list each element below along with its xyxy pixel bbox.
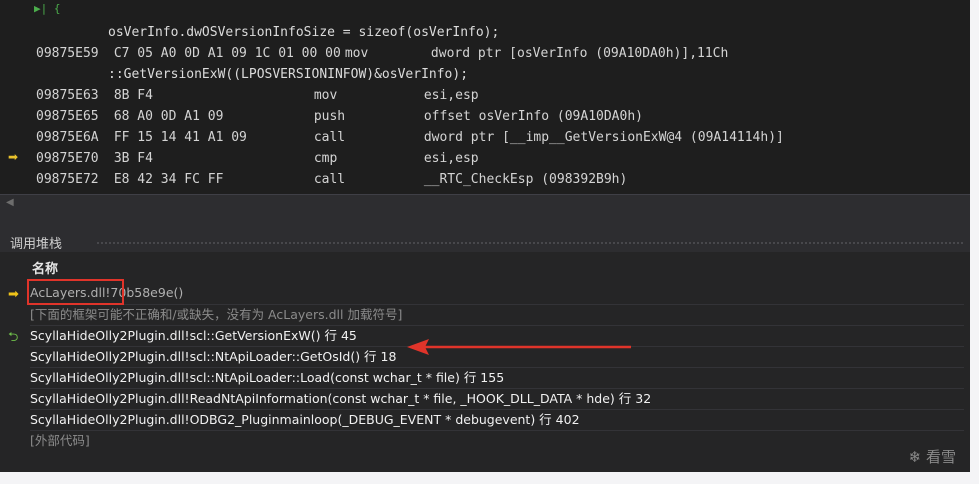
- yellow-arrow-icon: ➡: [8, 287, 19, 302]
- asm-line[interactable]: 09875E72 E8 42 34 FC FF call __RTC_CheckEs…: [36, 169, 627, 190]
- annotation-highlight-box: [27, 279, 124, 305]
- visual-studio-debugger: ▶| { osVerInfo.dwOSVersionInfoSize = siz…: [0, 0, 970, 472]
- source-line: osVerInfo.dwOSVersionInfoSize = sizeof(o…: [108, 25, 500, 40]
- panel-title: 调用堆栈: [10, 237, 63, 252]
- call-stack-row[interactable]: [外部代码]: [30, 430, 964, 451]
- call-stack-row[interactable]: ScyllaHideOlly2Plugin.dll!ReadNtApiInfor…: [30, 388, 964, 409]
- source-line: ::GetVersionExW((LPOSVERSIONINFOW)&osVer…: [108, 67, 469, 82]
- asm-line-current[interactable]: 09875E70 3B F4 cmp esi,esp: [36, 148, 479, 169]
- title-grip: [96, 241, 964, 245]
- call-stack-row[interactable]: [下面的框架可能不正确和/或缺失，没有为 AcLayers.dll 加载符号]: [30, 304, 964, 325]
- asm-line[interactable]: 09875E65 68 A0 0D A1 09 push offset osVerI…: [36, 106, 643, 127]
- horizontal-scrollbar[interactable]: ◀: [0, 194, 970, 213]
- call-stack-title-bar[interactable]: 调用堆栈: [0, 230, 970, 252]
- column-header-name[interactable]: 名称: [32, 258, 58, 277]
- green-return-icon: ⮌: [8, 330, 19, 345]
- disassembly-view[interactable]: ▶| { osVerInfo.dwOSVersionInfoSize = siz…: [0, 0, 970, 194]
- asm-line[interactable]: 09875E63 8B F4 mov esi,esp: [36, 85, 479, 106]
- annotation-arrow-icon: [407, 339, 631, 355]
- watermark-logo: ❄ 看雪: [908, 448, 956, 466]
- call-stack-list[interactable]: 名称 ➡ AcLayers.dll!70b58e9e() [下面的框架可能不正确…: [0, 252, 970, 472]
- asm-line[interactable]: 09875E59 C7 05 A0 0D A1 09 1C 01 00 00 mo…: [36, 43, 728, 64]
- call-stack-row[interactable]: ScyllaHideOlly2Plugin.dll!ODBG2_Pluginma…: [30, 409, 964, 430]
- panel-splitter[interactable]: [0, 213, 970, 230]
- current-instruction-arrow-icon: ➡: [8, 150, 19, 164]
- asm-line[interactable]: 09875E6A FF 15 14 41 A1 09 call dword ptr …: [36, 127, 784, 148]
- breakpoint-marker-icon: ▶| {: [34, 2, 61, 15]
- call-stack-row[interactable]: ScyllaHideOlly2Plugin.dll!scl::NtApiLoad…: [30, 367, 964, 388]
- scroll-left-icon[interactable]: ◀: [6, 197, 14, 208]
- call-stack-row[interactable]: AcLayers.dll!70b58e9e(): [30, 283, 964, 303]
